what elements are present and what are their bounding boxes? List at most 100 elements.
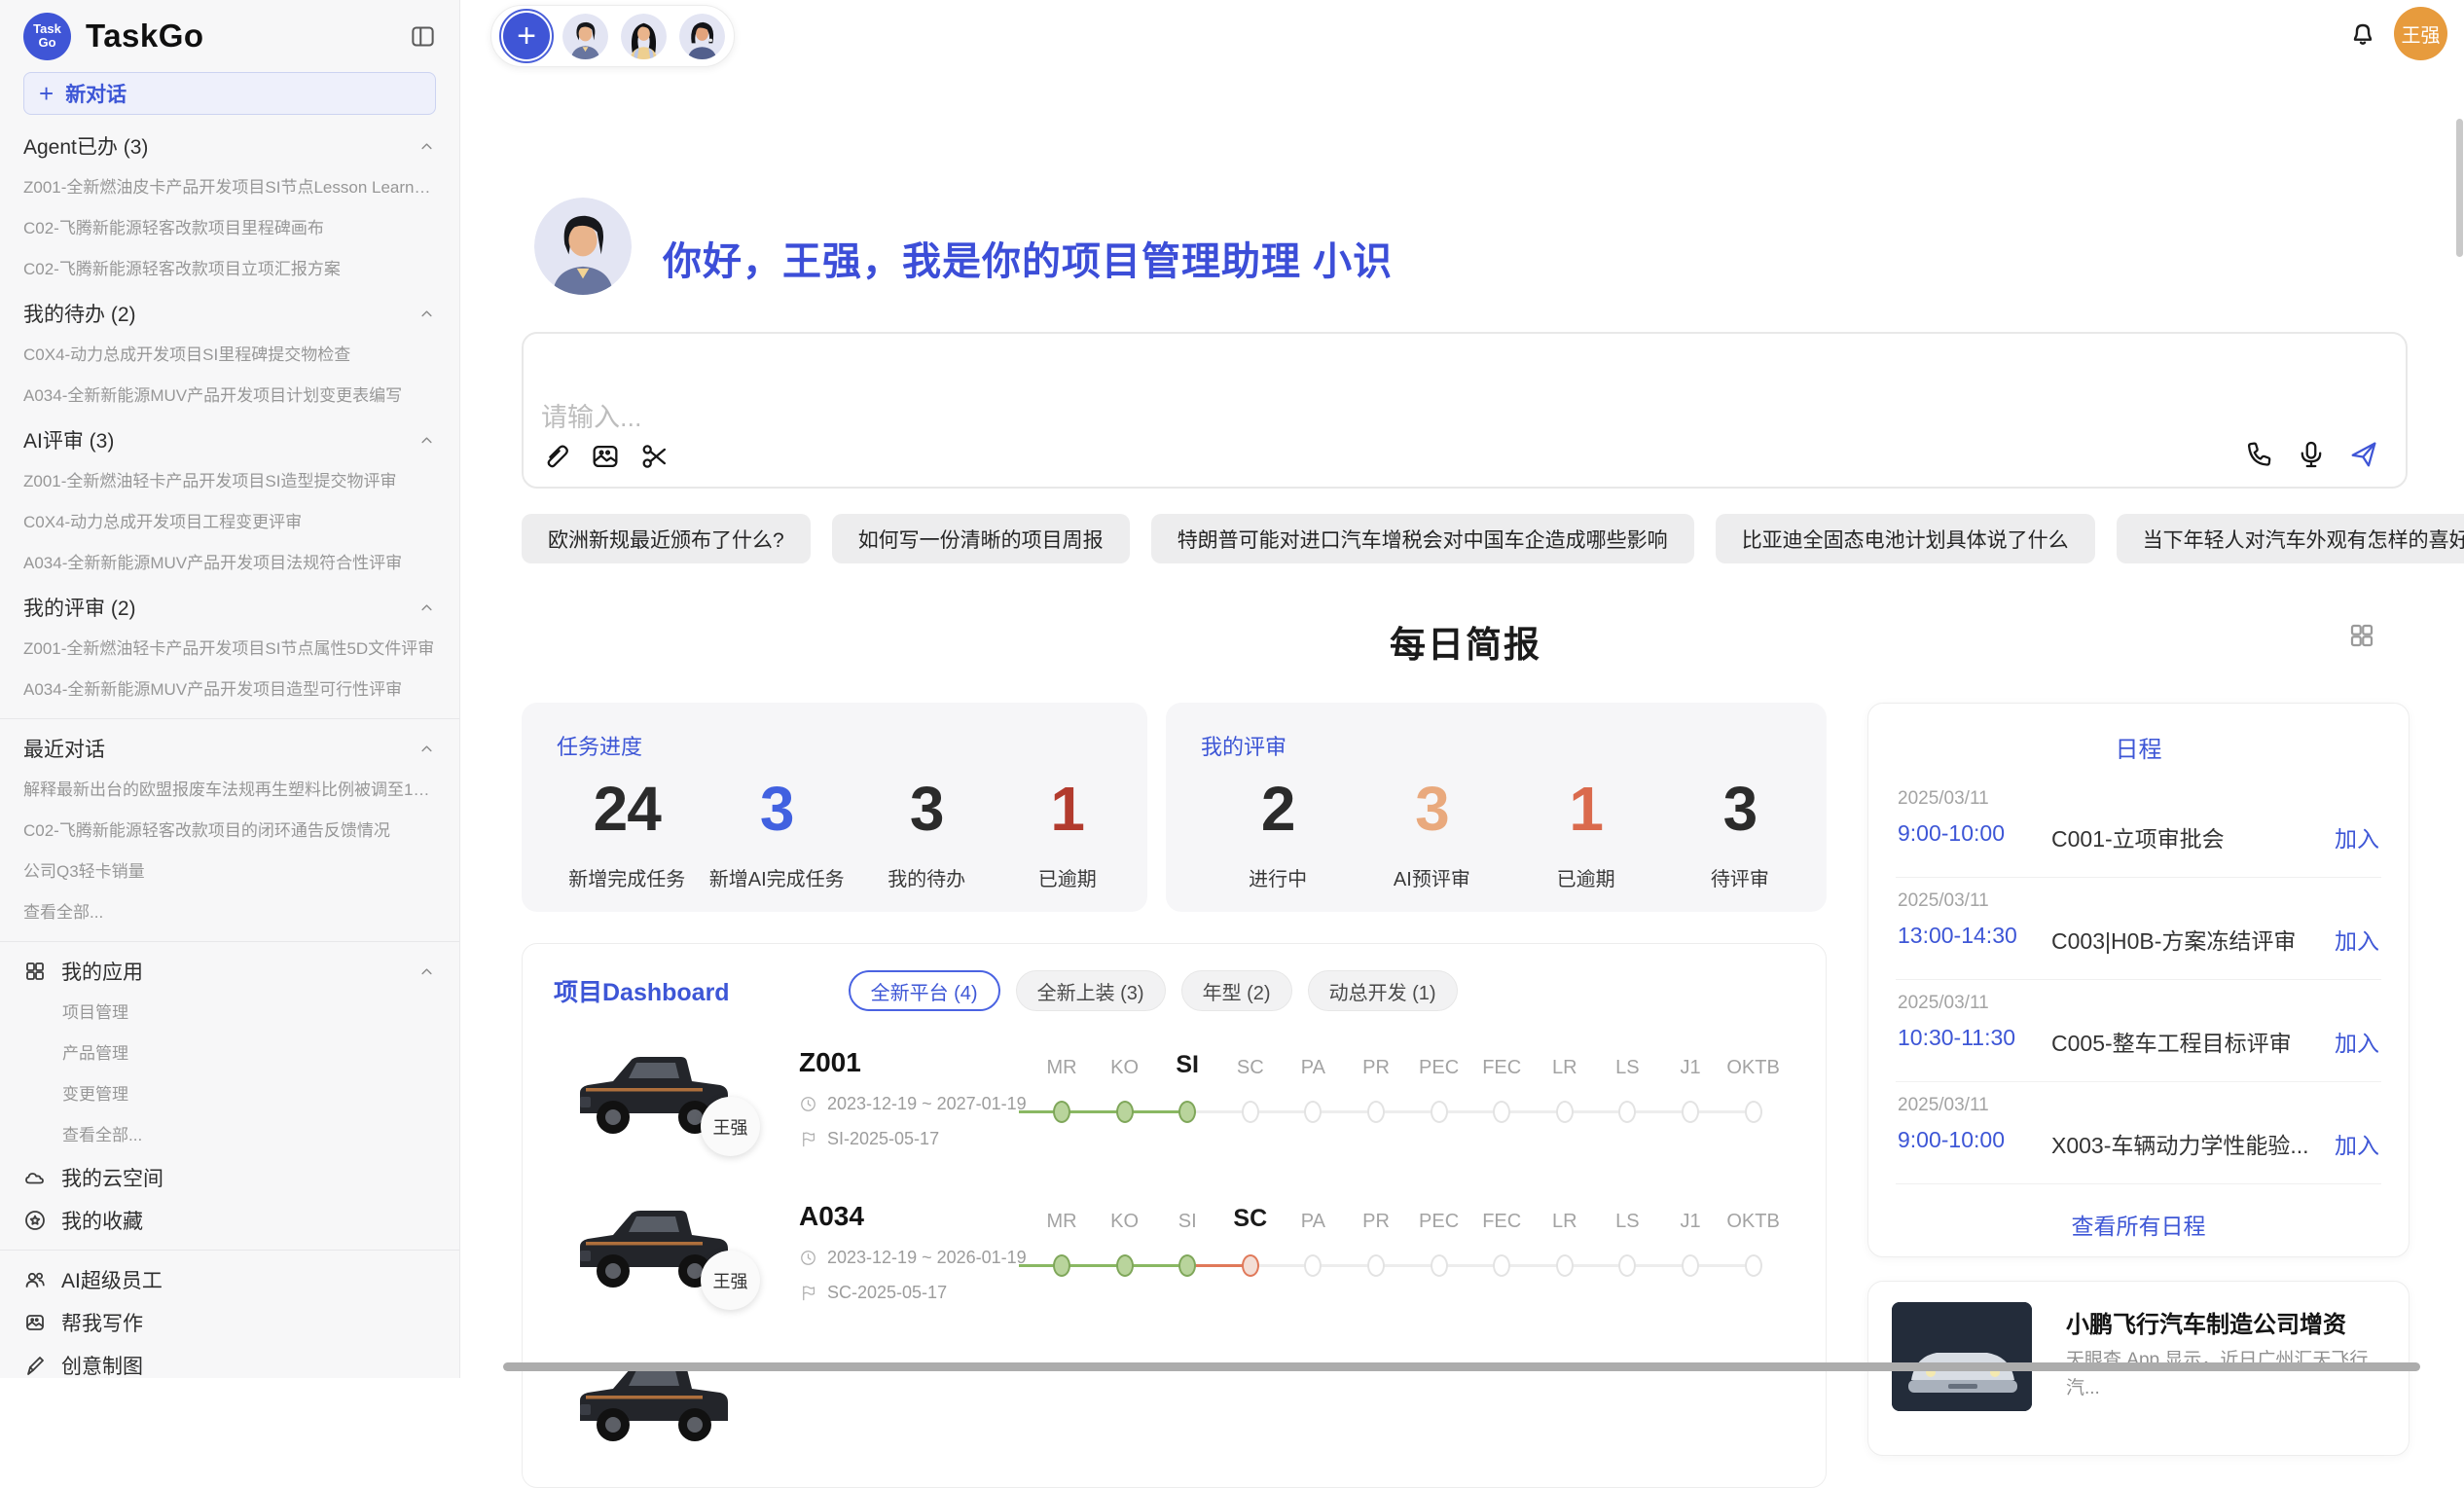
schedule-date: 2025/03/11 [1898, 890, 1989, 912]
greeting-text: 你好，王强，我是你的项目管理助理 小识 [663, 230, 1393, 286]
milestone-label: J1 [1680, 1211, 1700, 1233]
assistant-avatar [534, 198, 632, 295]
conversation-item[interactable]: C0X4-动力总成开发项目SI里程碑提交物检查 [23, 335, 436, 376]
join-link[interactable]: 加入 [2335, 1127, 2379, 1160]
image-icon[interactable] [589, 440, 622, 473]
conversation-item[interactable]: 解释最新出台的欧盟报废车法规再生塑料比例被调至15%... [23, 770, 436, 811]
schedule-item: 2025/03/119:00-10:00C001-立项审批会加入 [1896, 776, 2381, 878]
app-sub-item[interactable]: 产品管理 [23, 1034, 436, 1074]
scissors-icon[interactable] [638, 440, 671, 473]
horizontal-scrollbar[interactable] [503, 1362, 2420, 1371]
conversation-item[interactable]: 查看全部... [23, 892, 436, 933]
conversation-item[interactable]: A034-全新新能源MUV产品开发项目造型可行性评审 [23, 670, 436, 710]
chevron-up-icon[interactable] [417, 431, 436, 450]
sidebar-bottom: 我的应用项目管理产品管理变更管理查看全部...我的云空间我的收藏 AI超级员工帮我… [23, 950, 436, 1387]
agent-avatar-1[interactable] [562, 14, 608, 59]
stat: 3AI预评审 [1373, 777, 1490, 891]
milestone-label: PA [1301, 1211, 1325, 1233]
sidebar-item-star-badge-icon[interactable]: 我的收藏 [23, 1199, 436, 1242]
conversation-item[interactable]: 公司Q3轻卡销量 [23, 852, 436, 892]
schedule-time: 13:00-14:30 [1898, 923, 2017, 949]
stat-value: 1 [1528, 777, 1645, 842]
project-flag-label: SI-2025-05-17 [827, 1129, 939, 1149]
agent-avatar-3[interactable] [679, 14, 725, 59]
conversation-item[interactable]: C02-飞腾新能源轻客改款项目里程碑画布 [23, 208, 436, 249]
app-sub-item[interactable]: 查看全部... [23, 1115, 436, 1156]
suggestion-chip[interactable]: 欧洲新规最近颁布了什么? [522, 514, 811, 563]
microphone-icon[interactable] [2295, 438, 2328, 471]
milestone-dot [1116, 1101, 1134, 1123]
chevron-up-icon[interactable] [417, 599, 436, 617]
conversation-item[interactable]: A034-全新新能源MUV产品开发项目计划变更表编写 [23, 376, 436, 417]
sidebar-section-header[interactable]: 最近对话 [23, 727, 436, 770]
sidebar-item-my-apps[interactable]: 我的应用 [23, 950, 436, 993]
sidebar-item-photo-icon[interactable]: 帮我写作 [23, 1301, 436, 1344]
schedule-date: 2025/03/11 [1898, 788, 1989, 810]
view-all-schedule-link[interactable]: 查看所有日程 [1868, 1208, 2409, 1241]
vertical-scrollbar[interactable] [2456, 119, 2463, 257]
conversation-item[interactable]: Z001-全新燃油轻卡产品开发项目SI节点属性5D文件评审 [23, 629, 436, 670]
app-sub-item[interactable]: 项目管理 [23, 993, 436, 1034]
suggestion-chip[interactable]: 特朗普可能对进口汽车增税会对中国车企造成哪些影响 [1151, 514, 1694, 563]
sidebar-item-people-icon[interactable]: AI超级员工 [23, 1258, 436, 1301]
milestone-dot [1618, 1254, 1636, 1277]
conversation-item[interactable]: C02-飞腾新能源轻客改款项目的闭环通告反馈情况 [23, 811, 436, 852]
phone-icon[interactable] [2242, 438, 2275, 471]
agent-avatar-2[interactable] [621, 14, 667, 59]
conversation-item[interactable]: C02-飞腾新能源轻客改款项目立项汇报方案 [23, 249, 436, 290]
conversation-item[interactable]: Z001-全新燃油皮卡产品开发项目SI节点Lesson Learn报告 [23, 167, 436, 208]
milestone-dot [1682, 1254, 1699, 1277]
add-agent-button[interactable]: + [503, 13, 550, 59]
milestone-label: LR [1552, 1057, 1577, 1079]
chat-input[interactable]: 请输入... [522, 332, 2408, 489]
dashboard-tab[interactable]: 全新上装 (3) [1016, 970, 1166, 1011]
grid-icon [23, 960, 47, 983]
schedule-item: 2025/03/1113:00-14:30C003|H0B-方案冻结评审加入 [1896, 878, 2381, 980]
new-chat-button[interactable]: + 新对话 [23, 72, 436, 115]
sidebar-item-cloud-icon[interactable]: 我的云空间 [23, 1156, 436, 1199]
join-link[interactable]: 加入 [2335, 1025, 2379, 1058]
chevron-up-icon[interactable] [417, 740, 436, 758]
logo-text-bottom: Go [38, 36, 55, 50]
dashboard-tab[interactable]: 年型 (2) [1181, 970, 1292, 1011]
stat-label: 我的待办 [868, 863, 985, 891]
sidebar-item-pen-icon[interactable]: 创意制图 [23, 1344, 436, 1387]
stat-value: 3 [1373, 777, 1490, 842]
send-icon[interactable] [2347, 438, 2380, 471]
dashboard-tab[interactable]: 动总开发 (1) [1308, 970, 1458, 1011]
conversation-item[interactable]: Z001-全新燃油轻卡产品开发项目SI造型提交物评审 [23, 461, 436, 502]
sidebar-section-header[interactable]: Agent已办 (3) [23, 125, 436, 167]
milestone-dot [1745, 1101, 1762, 1123]
user-avatar[interactable]: 王强 [2394, 7, 2447, 60]
notification-bell-icon[interactable] [2347, 18, 2378, 49]
chevron-up-icon[interactable] [417, 962, 436, 981]
milestone-dot [1053, 1101, 1070, 1123]
suggestion-chip[interactable]: 当下年轻人对汽车外观有怎样的喜好趋势 [2117, 514, 2464, 563]
sidebar-item-label: 我的应用 [61, 957, 143, 986]
conversation-item[interactable]: C0X4-动力总成开发项目工程变更评审 [23, 502, 436, 543]
sidebar-collapse-icon[interactable] [410, 23, 436, 50]
suggestion-chip[interactable]: 如何写一份清晰的项目周报 [832, 514, 1130, 563]
owner-badge: 王强 [701, 1251, 760, 1310]
dashboard-tab[interactable]: 全新平台 (4) [849, 970, 1000, 1011]
stat: 24新增完成任务 [568, 777, 685, 891]
attachment-icon[interactable] [539, 440, 572, 473]
suggestion-chip[interactable]: 比亚迪全固态电池计划具体说了什么 [1716, 514, 2095, 563]
sidebar-section-header[interactable]: 我的待办 (2) [23, 292, 436, 335]
milestone-dot [1053, 1254, 1070, 1277]
app-sub-item[interactable]: 变更管理 [23, 1074, 436, 1115]
layout-grid-icon[interactable] [2347, 621, 2376, 650]
sidebar-section-header[interactable]: 我的评审 (2) [23, 586, 436, 629]
milestone-label: PR [1362, 1211, 1390, 1233]
chevron-up-icon[interactable] [417, 137, 436, 156]
join-link[interactable]: 加入 [2335, 820, 2379, 853]
conversation-item[interactable]: A034-全新新能源MUV产品开发项目法规符合性评审 [23, 543, 436, 584]
sidebar-section-header[interactable]: AI评审 (3) [23, 418, 436, 461]
stat: 3我的待办 [868, 777, 985, 891]
schedule-item: 2025/03/1110:30-11:30C005-整车工程目标评审加入 [1896, 980, 2381, 1082]
schedule-date: 2025/03/11 [1898, 993, 1989, 1014]
milestone-label: KO [1110, 1211, 1139, 1233]
join-link[interactable]: 加入 [2335, 923, 2379, 956]
chevron-up-icon[interactable] [417, 305, 436, 323]
stat: 1已逾期 [1009, 777, 1126, 891]
